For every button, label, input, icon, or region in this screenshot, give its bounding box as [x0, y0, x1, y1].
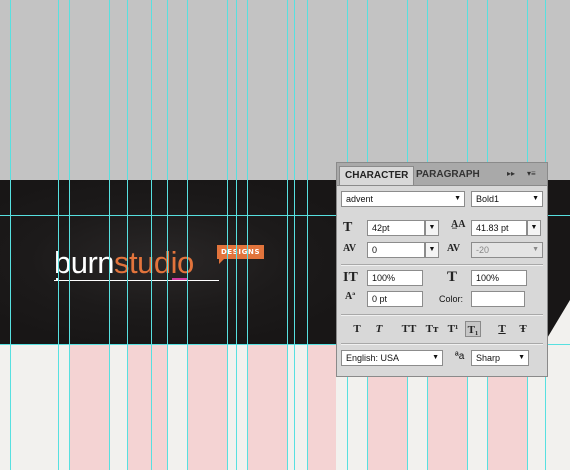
antialias-value: Sharp	[476, 353, 501, 363]
subscript-button[interactable]: T₁	[465, 321, 481, 337]
baseline-shift-value: 0 pt	[372, 294, 388, 304]
grid-column	[308, 345, 336, 470]
chevron-down-icon: ▼	[518, 354, 525, 361]
horizontal-scale-value: 100%	[476, 273, 500, 283]
strikethrough-button[interactable]: Ŧ	[515, 321, 531, 337]
font-style-select[interactable]: Bold1 ▼	[471, 191, 543, 207]
leading-dropdown[interactable]: ▼	[527, 220, 541, 236]
chevron-down-icon: ▼	[532, 195, 539, 202]
grid-column	[188, 345, 228, 470]
guide-vertical[interactable]	[287, 0, 288, 470]
guide-vertical[interactable]	[151, 0, 152, 470]
language-select[interactable]: English: USA ▼	[341, 350, 443, 366]
tracking-value: -20	[476, 245, 490, 255]
chevron-down-icon: ▼	[432, 354, 439, 361]
baseline-shift-input[interactable]: 0 pt	[367, 291, 423, 307]
leading-input[interactable]: 41.83 pt	[471, 220, 527, 236]
tab-paragraph[interactable]: PARAGRAPH	[411, 166, 485, 185]
font-size-dropdown[interactable]: ▼	[425, 220, 439, 236]
grid-column	[248, 345, 288, 470]
divider	[341, 264, 543, 266]
leading-value: 41.83 pt	[476, 223, 509, 233]
faux-italic-button[interactable]: T	[371, 321, 387, 337]
divider	[341, 314, 543, 316]
guide-vertical[interactable]	[236, 0, 237, 470]
tracking-select[interactable]: -20 ▼	[471, 242, 543, 258]
logo-text-studio: studio	[114, 245, 194, 280]
collapse-icon[interactable]: ▸▸	[507, 169, 515, 178]
guide-vertical[interactable]	[227, 0, 228, 470]
superscript-button[interactable]: T¹	[445, 321, 461, 337]
logo: burnstudio	[54, 245, 219, 281]
small-caps-button[interactable]: Tт	[423, 321, 441, 337]
chevron-down-icon: ▼	[454, 195, 461, 202]
text-baseline	[54, 280, 219, 281]
language-value: English: USA	[346, 353, 400, 363]
kerning-icon: AV	[343, 243, 357, 254]
guide-vertical[interactable]	[127, 0, 128, 470]
vertical-scale-value: 100%	[372, 273, 396, 283]
antialias-icon: ªa	[455, 351, 465, 362]
all-caps-button[interactable]: TT	[399, 321, 419, 337]
kerning-input[interactable]: 0	[367, 242, 425, 258]
faux-bold-button[interactable]: T	[349, 321, 365, 337]
guide-vertical[interactable]	[167, 0, 168, 470]
horizontal-scale-icon: T	[447, 269, 458, 285]
font-size-value: 42pt	[372, 223, 390, 233]
guide-vertical[interactable]	[58, 0, 59, 470]
guide-vertical[interactable]	[109, 0, 110, 470]
tab-character[interactable]: CHARACTER	[339, 166, 415, 185]
leading-icon: A̲A	[451, 219, 466, 230]
vertical-scale-input[interactable]: 100%	[367, 270, 423, 286]
guide-vertical[interactable]	[187, 0, 188, 470]
tracking-icon: AV	[447, 243, 461, 254]
guide-vertical[interactable]	[294, 0, 295, 470]
designs-tag: DESIGNS	[217, 245, 265, 264]
font-family-value: advent	[346, 194, 374, 204]
color-label: Color:	[439, 294, 464, 304]
kerning-dropdown[interactable]: ▼	[425, 242, 439, 258]
font-style-value: Bold1	[476, 194, 500, 204]
guide-vertical[interactable]	[247, 0, 248, 470]
logo-text-burn: burn	[54, 245, 115, 280]
font-size-input[interactable]: 42pt	[367, 220, 425, 236]
divider	[341, 343, 543, 345]
vertical-scale-icon: IT	[343, 270, 358, 285]
kerning-value: 0	[372, 245, 378, 255]
color-swatch[interactable]	[471, 291, 525, 307]
antialias-select[interactable]: Sharp ▼	[471, 350, 529, 366]
guide-vertical[interactable]	[10, 0, 11, 470]
character-panel: CHARACTER PARAGRAPH ▸▸ ▾≡ advent ▼ Bold1…	[336, 162, 548, 377]
guide-vertical[interactable]	[307, 0, 308, 470]
panel-tabbar: CHARACTER PARAGRAPH ▸▸ ▾≡	[337, 163, 547, 186]
grid-column	[70, 345, 110, 470]
logo-text: burnstudio	[54, 245, 194, 281]
text-cursor-mark	[172, 278, 188, 280]
grid-column	[128, 345, 168, 470]
horizontal-scale-input[interactable]: 100%	[471, 270, 527, 286]
baseline-shift-icon: Aª	[345, 291, 356, 302]
chevron-down-icon: ▼	[532, 246, 539, 253]
font-family-select[interactable]: advent ▼	[341, 191, 465, 207]
underline-button[interactable]: T	[494, 321, 510, 337]
panel-menu-icon[interactable]: ▾≡	[527, 169, 536, 178]
font-size-icon: T	[343, 220, 353, 235]
canvas-gray-band	[0, 0, 570, 180]
guide-vertical[interactable]	[69, 0, 70, 470]
